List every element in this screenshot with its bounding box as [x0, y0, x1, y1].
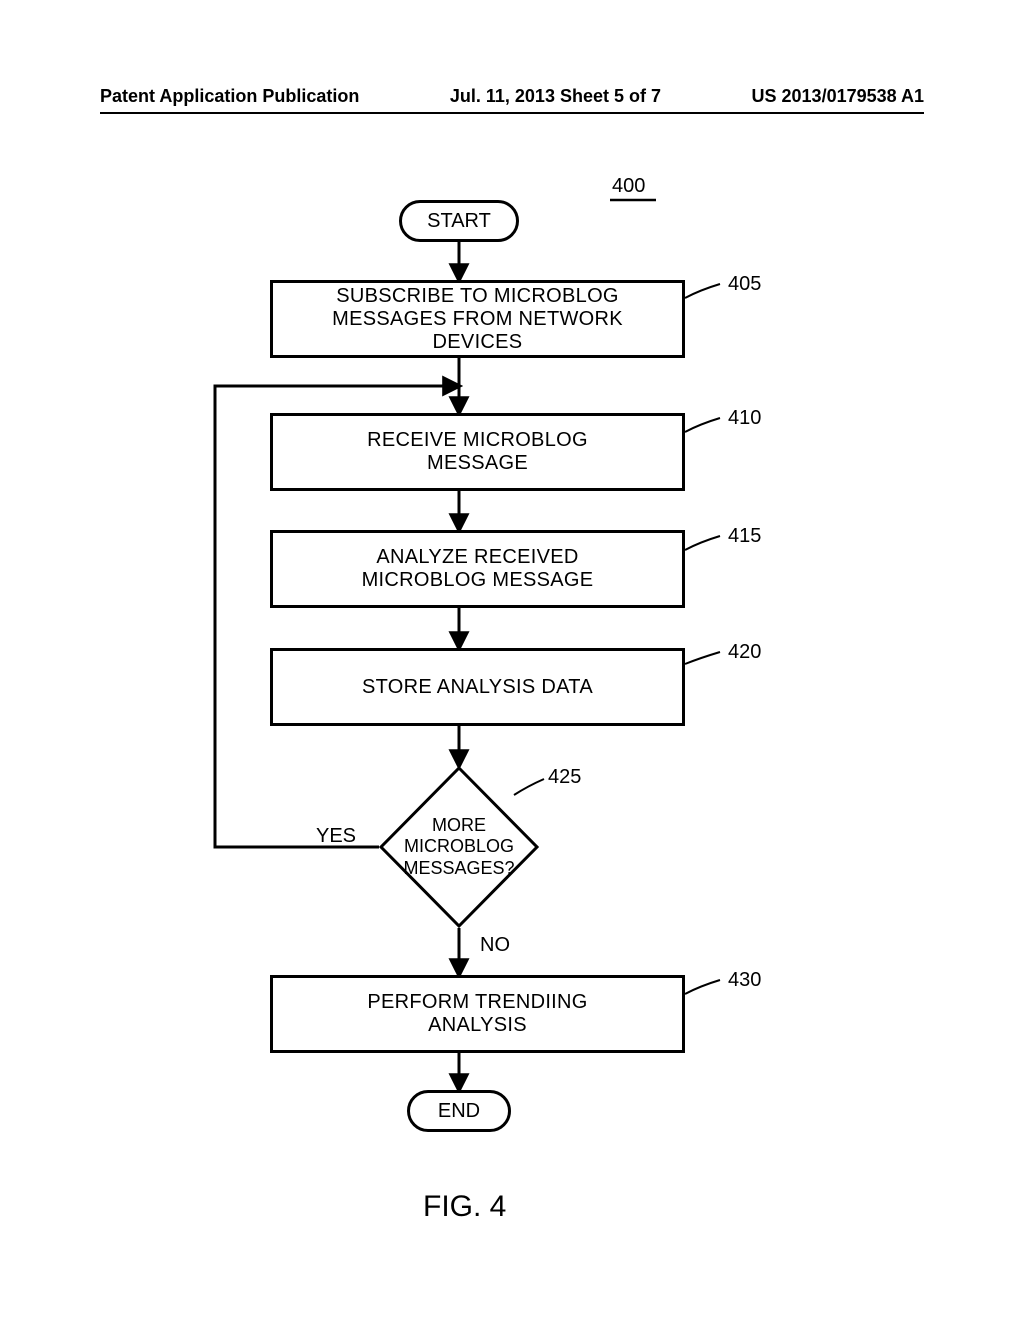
step-410: RECEIVE MICROBLOG MESSAGE: [270, 413, 685, 491]
decision-425: MORE MICROBLOG MESSAGES?: [379, 766, 539, 928]
ref-420: 420: [728, 641, 761, 664]
step-420: STORE ANALYSIS DATA: [270, 648, 685, 726]
step-430-label: PERFORM TRENDIING ANALYSIS: [333, 991, 622, 1037]
start-label: START: [427, 210, 491, 233]
edge-yes-label: YES: [316, 825, 356, 848]
ref-415: 415: [728, 525, 761, 548]
page: Patent Application Publication Jul. 11, …: [0, 0, 1024, 1320]
flowchart: 400 START SUBSCRIBE TO MICROBLOG MESSAGE…: [0, 0, 1024, 1320]
edge-no-label: NO: [480, 934, 510, 957]
ref-430: 430: [728, 969, 761, 992]
step-405-label: SUBSCRIBE TO MICROBLOG MESSAGES FROM NET…: [291, 285, 664, 354]
step-415-label: ANALYZE RECEIVED MICROBLOG MESSAGE: [313, 546, 642, 592]
end-label: END: [438, 1100, 480, 1123]
ref-425: 425: [548, 766, 581, 789]
end-terminator: END: [407, 1090, 511, 1132]
ref-400: 400: [612, 175, 645, 198]
step-430: PERFORM TRENDIING ANALYSIS: [270, 975, 685, 1053]
ref-405: 405: [728, 273, 761, 296]
step-415: ANALYZE RECEIVED MICROBLOG MESSAGE: [270, 530, 685, 608]
step-420-label: STORE ANALYSIS DATA: [362, 676, 593, 699]
step-410-label: RECEIVE MICROBLOG MESSAGE: [333, 429, 622, 475]
start-terminator: START: [399, 200, 519, 242]
decision-425-label: MORE MICROBLOG MESSAGES?: [379, 766, 539, 928]
figure-caption: FIG. 4: [423, 1190, 506, 1224]
ref-410: 410: [728, 407, 761, 430]
step-405: SUBSCRIBE TO MICROBLOG MESSAGES FROM NET…: [270, 280, 685, 358]
